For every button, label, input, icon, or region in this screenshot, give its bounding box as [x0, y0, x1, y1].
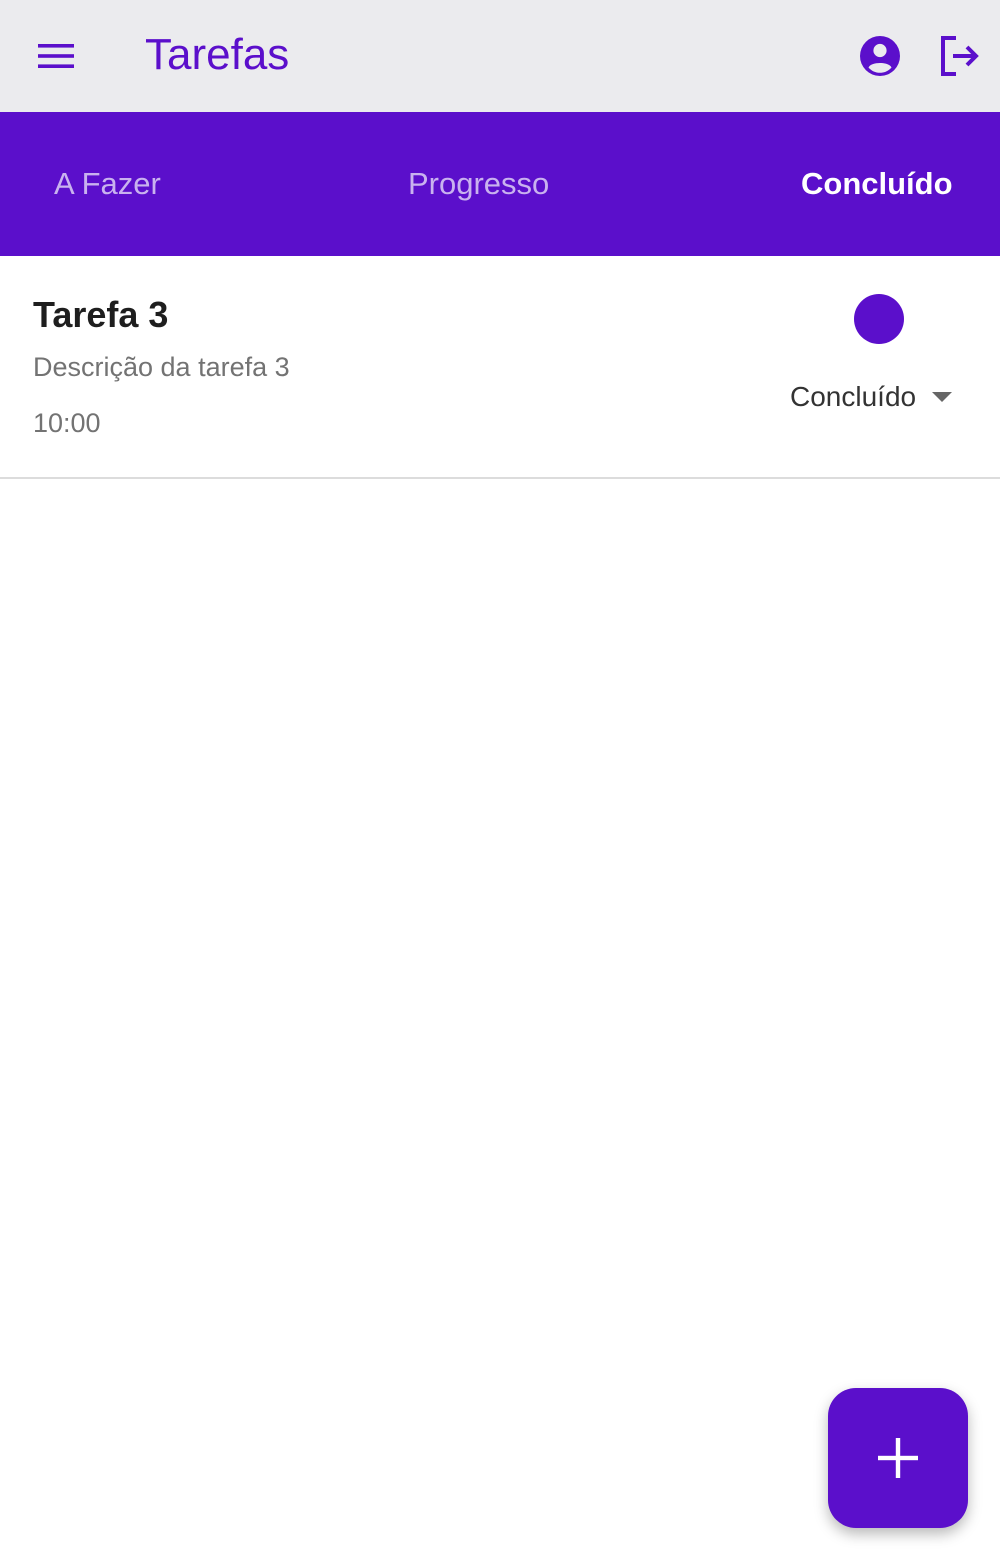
tab-concluido[interactable]: Concluído [801, 112, 953, 256]
task-list-item[interactable]: Tarefa 3 Descrição da tarefa 3 10:00 Con… [0, 256, 1000, 479]
top-app-bar: Tarefas [0, 0, 1000, 112]
status-dropdown-value: Concluído [790, 381, 917, 412]
menu-button[interactable] [22, 22, 90, 90]
app-root: Tarefas A Fazer Progresso Concluído Tare… [0, 0, 1000, 1560]
logout-icon [941, 36, 979, 76]
page-title: Tarefas [145, 30, 290, 79]
tab-a-fazer[interactable]: A Fazer [54, 112, 161, 256]
tab-progresso[interactable]: Progresso [408, 112, 549, 256]
task-title: Tarefa 3 [33, 294, 169, 335]
status-dropdown[interactable]: Concluído [790, 376, 953, 418]
status-indicator-dot [854, 294, 904, 344]
account-button[interactable] [846, 22, 914, 90]
account-circle-icon [860, 36, 900, 76]
menu-icon [38, 44, 74, 68]
caret-down-icon [932, 392, 953, 402]
logout-button[interactable] [926, 22, 994, 90]
plus-icon [878, 1438, 918, 1478]
task-time: 10:00 [33, 408, 101, 438]
task-description: Descrição da tarefa 3 [33, 352, 290, 382]
add-task-button[interactable] [828, 1388, 968, 1528]
status-tabs: A Fazer Progresso Concluído [0, 112, 1000, 256]
